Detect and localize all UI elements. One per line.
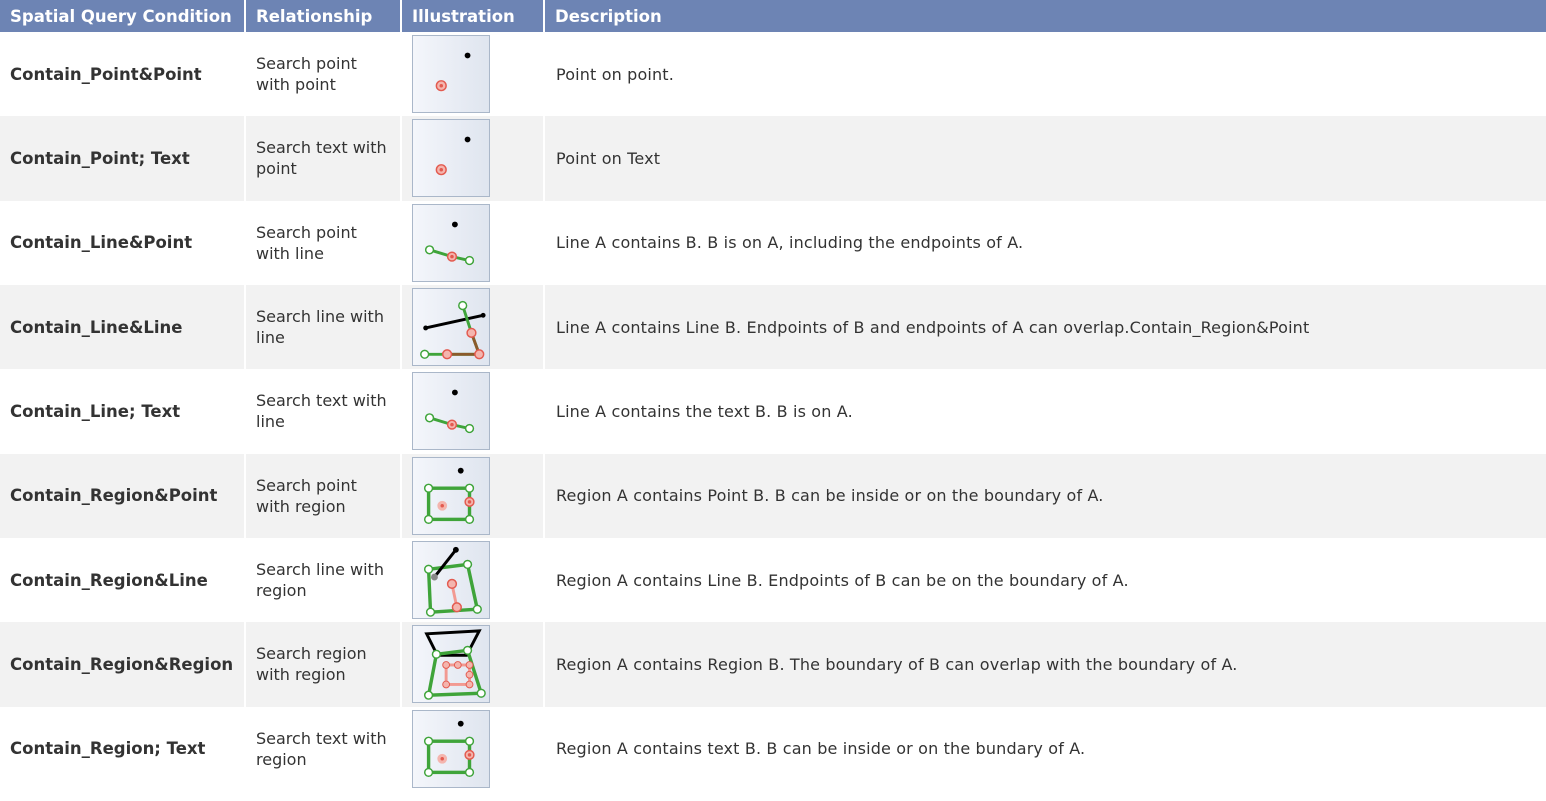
illustration-cell (401, 200, 545, 285)
table-row: Contain_Line; Text Search text with line… (0, 369, 1546, 454)
description-cell: Line A contains B. B is on A, including … (556, 233, 1024, 253)
table-row: Contain_Line&Point Search point with lin… (0, 200, 1546, 285)
description-cell: Line A contains the text B. B is on A. (556, 401, 853, 421)
table-row: Contain_Region&Region Search region with… (0, 622, 1546, 707)
condition-cell: Contain_Line&Line (0, 284, 246, 370)
illustration-cell (401, 284, 545, 370)
header-relationship: Relationship (245, 0, 402, 32)
point-text-illustration (412, 119, 490, 198)
table-header-row: Spatial Query Condition Relationship Ill… (0, 0, 1546, 32)
relationship-cell: Search point with line (245, 200, 402, 285)
point-point-illustration (412, 35, 490, 114)
illustration-cell (401, 537, 545, 623)
illustration-cell (401, 369, 545, 454)
header-illustration: Illustration (401, 0, 545, 32)
condition-cell: Contain_Line; Text (0, 369, 246, 454)
spatial-query-table: Spatial Query Condition Relationship Ill… (0, 0, 1546, 791)
relationship-cell: Search point with region (245, 453, 402, 538)
header-condition: Spatial Query Condition (0, 0, 246, 32)
relationship-cell: Search line with line (245, 284, 402, 370)
table-row: Contain_Line&Line Search line with line (0, 284, 1546, 370)
relationship-cell: Search region with region (245, 622, 402, 707)
description-cell: Region A contains Point B. B can be insi… (556, 486, 1104, 506)
line-text-illustration (412, 372, 490, 451)
description-cell: Point on Text (556, 148, 661, 168)
relationship-cell: Search text with point (245, 116, 402, 201)
relationship-cell: Search text with line (245, 369, 402, 454)
region-region-illustration (412, 625, 490, 704)
table-row: Contain_Point&Point Search point with po… (0, 32, 1546, 117)
condition-cell: Contain_Point; Text (0, 116, 246, 201)
relationship-cell: Search text with region (245, 706, 402, 791)
condition-cell: Contain_Region; Text (0, 706, 246, 791)
illustration-cell (401, 32, 545, 117)
condition-cell: Contain_Region&Point (0, 453, 246, 538)
description-cell: Region A contains Region B. The boundary… (556, 654, 1238, 674)
table-row: Contain_Region&Point Search point with r… (0, 453, 1546, 538)
condition-cell: Contain_Point&Point (0, 32, 246, 117)
illustration-cell (401, 116, 545, 201)
description-cell: Region A contains Line B. Endpoints of B… (556, 570, 1129, 590)
line-point-illustration (412, 203, 490, 282)
relationship-cell: Search line with region (245, 537, 402, 623)
illustration-cell (401, 622, 545, 707)
illustration-cell (401, 453, 545, 538)
region-line-illustration (412, 541, 490, 620)
description-cell: Region A contains text B. B can be insid… (556, 739, 1086, 759)
description-cell: Point on point. (556, 64, 674, 84)
header-description: Description (555, 6, 662, 26)
table-row: Contain_Point; Text Search text with poi… (0, 116, 1546, 201)
description-cell: Line A contains Line B. Endpoints of B a… (556, 317, 1310, 337)
illustration-cell (401, 706, 545, 791)
condition-cell: Contain_Region&Region (0, 622, 246, 707)
relationship-cell: Search point with point (245, 32, 402, 117)
table-row: Contain_Region&Line Search line with reg… (0, 537, 1546, 623)
table-row: Contain_Region; Text Search text with re… (0, 706, 1546, 791)
condition-cell: Contain_Region&Line (0, 537, 246, 623)
condition-cell: Contain_Line&Point (0, 200, 246, 285)
region-text-illustration (412, 709, 490, 788)
region-point-illustration (412, 456, 490, 535)
line-line-illustration (412, 288, 490, 367)
